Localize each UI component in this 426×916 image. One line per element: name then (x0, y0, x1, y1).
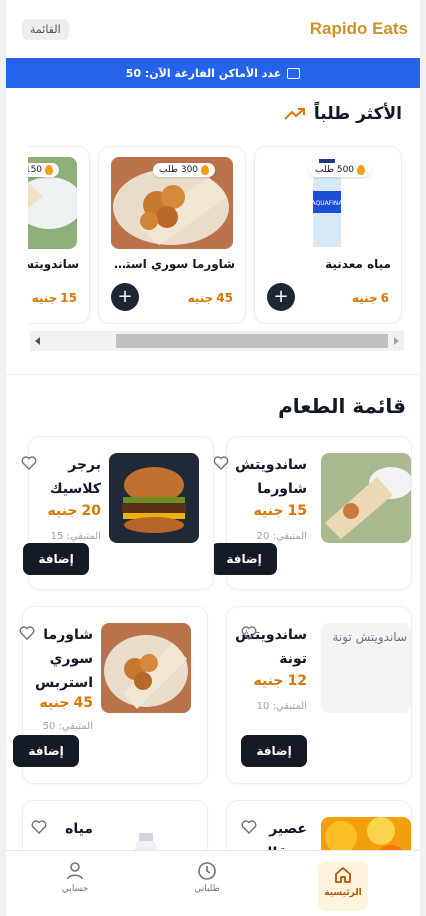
add-button[interactable]: إضافة (211, 543, 277, 575)
product-name: شاورما سوري استربس (109, 257, 235, 271)
remaining-stock: المتبقي: 15 (50, 531, 101, 542)
orders-badge: 500 طلب (309, 163, 372, 177)
user-icon (67, 862, 83, 880)
product-name: ساندويتش (28, 257, 79, 271)
remaining-stock: المتبقي: 50 (42, 721, 93, 732)
scroll-left-arrow-icon[interactable] (35, 337, 40, 345)
burger-image (109, 453, 199, 543)
orders-badge: 150 طلب (28, 163, 60, 177)
image-alt-text: ساندويتش تونة (332, 630, 407, 644)
product-price: 6جنيه (351, 291, 389, 305)
heart-icon[interactable] (19, 625, 35, 644)
scrollbar-thumb[interactable] (116, 334, 388, 348)
orders-badge: 300 طلب (153, 163, 216, 177)
heart-icon[interactable] (21, 455, 37, 474)
tuna-sandwich-image-placeholder: ساندويتش تونة (321, 623, 411, 713)
clock-icon (198, 862, 216, 880)
remaining-stock: المتبقي: 10 (256, 701, 307, 712)
tray-icon (287, 67, 301, 79)
heart-icon[interactable] (31, 819, 47, 838)
nav-account[interactable]: حسابي (50, 861, 100, 911)
popular-card[interactable]: AQUAFINA 500 طلب مياه معدنية 6جنيه + (254, 146, 402, 324)
add-to-cart-button[interactable]: + (267, 283, 295, 311)
section-divider (6, 374, 420, 375)
menu-item-price: 20جنيه (47, 503, 102, 519)
add-to-cart-button[interactable]: + (111, 283, 139, 311)
menu-title: قائمة الطعام (278, 394, 406, 418)
remaining-stock: المتبقي: 20 (256, 531, 307, 542)
shawarma-sandwich-image (321, 453, 411, 543)
nav-orders[interactable]: طلباتي (182, 861, 232, 911)
shawarma-strips-image (101, 623, 191, 713)
menu-item-name: ساندويتش شاورما (235, 457, 307, 497)
flame-icon (201, 165, 210, 175)
heart-icon[interactable] (241, 625, 257, 644)
add-button[interactable]: إضافة (241, 735, 307, 767)
nav-home[interactable]: الرئيسية (318, 861, 368, 911)
heart-icon[interactable] (241, 819, 257, 838)
horizontal-scrollbar[interactable] (30, 331, 404, 351)
brand-logo-text[interactable]: Rapido Eats (310, 19, 408, 39)
nav-orders-label: طلباتي (194, 884, 220, 894)
menu-item-name: برجر كلاسيك (49, 457, 101, 497)
heart-icon[interactable] (213, 455, 229, 474)
nav-home-label: الرئيسية (324, 888, 362, 898)
menu-item-price: 45جنيه (39, 695, 94, 711)
menu-button[interactable]: القائمة (22, 18, 69, 40)
app-header: القائمة Rapido Eats (6, 0, 420, 58)
flame-icon (45, 165, 54, 175)
menu-item-price: 15جنيه (253, 503, 308, 519)
trending-up-icon (284, 107, 306, 121)
bottom-navigation: الرئيسية طلباتي حسابي (6, 850, 420, 916)
menu-item-card[interactable]: برجر كلاسيك 20جنيه المتبقي: 15 إضافة (21, 436, 214, 590)
menu-item-card[interactable]: ساندويتش شاورما 15جنيه المتبقي: 20 إضافة (211, 436, 412, 590)
menu-item-card[interactable]: ساندويتش تونة ساندويتش تونة 12جنيه المتب… (226, 606, 412, 784)
availability-banner: عدد الأماكن الفارغة الآن: 50 (6, 58, 420, 88)
popular-header: الأكثر طلباً (284, 104, 402, 124)
menu-item-card[interactable]: شاورما سوري استربس 45جنيه المتبقي: 50 إض… (13, 606, 208, 784)
product-name: مياه معدنية (325, 257, 391, 271)
popular-card[interactable]: 150 طلب ساندويتش 15جنيه (28, 146, 90, 324)
popular-carousel[interactable]: AQUAFINA 500 طلب مياه معدنية 6جنيه + 300… (28, 146, 402, 324)
menu-item-price: 12جنيه (253, 673, 308, 689)
availability-text: عدد الأماكن الفارغة الآن: 50 (125, 66, 282, 80)
popular-title: الأكثر طلباً (313, 104, 402, 124)
add-button[interactable]: إضافة (23, 543, 89, 575)
add-button[interactable]: إضافة (13, 735, 79, 767)
product-price: 15جنيه (31, 291, 77, 305)
app-frame: القائمة Rapido Eats عدد الأماكن الفارغة … (0, 0, 426, 916)
home-icon (335, 867, 351, 883)
popular-card[interactable]: 300 طلب شاورما سوري استربس 45جنيه + (98, 146, 246, 324)
svg-text:AQUAFINA: AQUAFINA (311, 200, 343, 207)
flame-icon (357, 165, 366, 175)
scroll-right-arrow-icon[interactable] (394, 337, 399, 345)
nav-account-label: حسابي (61, 884, 89, 894)
product-price: 45جنيه (187, 291, 233, 305)
